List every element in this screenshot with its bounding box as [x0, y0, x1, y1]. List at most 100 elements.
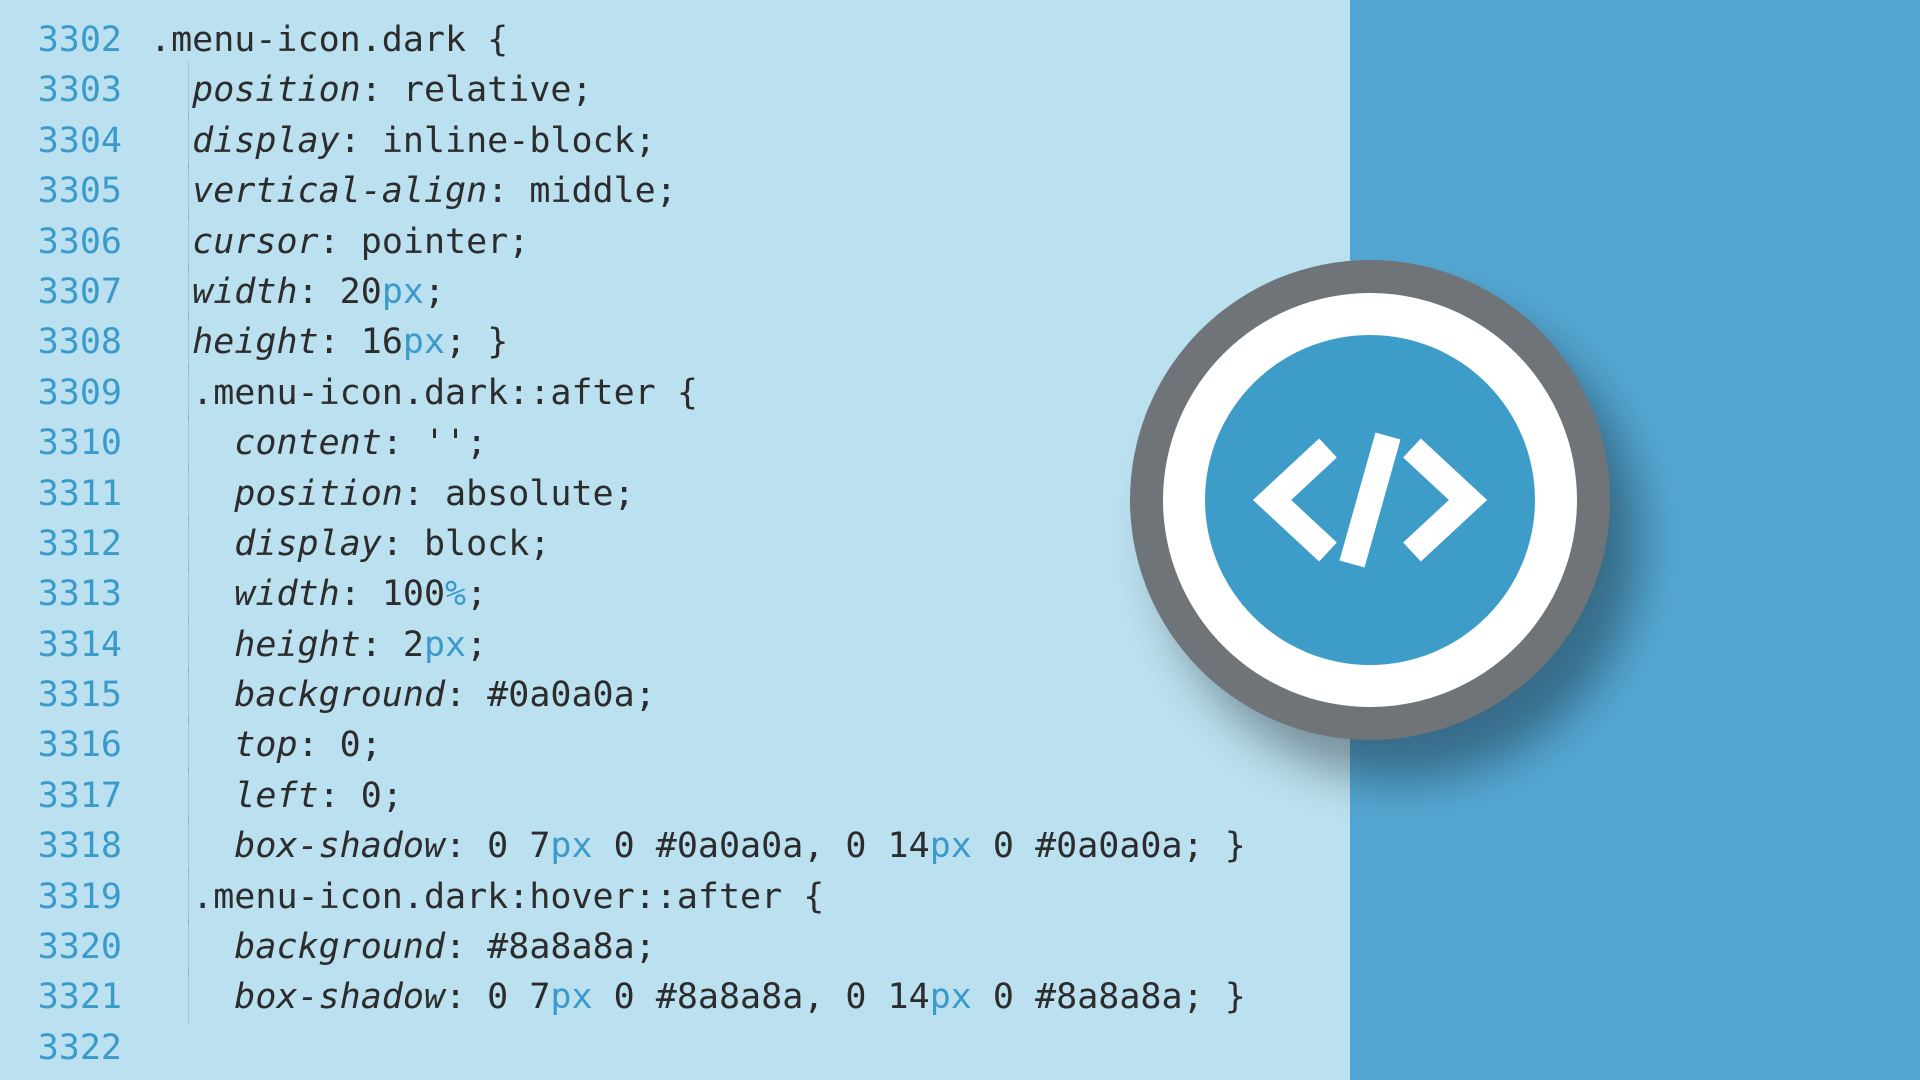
code-content[interactable]: display: inline-block;	[150, 121, 656, 161]
code-content[interactable]: height: 2px;	[150, 625, 487, 665]
code-line[interactable]: 3306 cursor: pointer;	[0, 222, 1920, 272]
code-line[interactable]: 3318 box-shadow: 0 7px 0 #0a0a0a, 0 14px…	[0, 826, 1920, 876]
code-content[interactable]: background: #0a0a0a;	[150, 675, 656, 715]
token-sel: .menu-icon.dark	[192, 373, 508, 413]
token-punc: :	[508, 877, 529, 917]
token-prop: content	[234, 423, 382, 463]
token-punc	[340, 222, 361, 262]
token-val: 0 #8a8a8a	[972, 977, 1183, 1017]
code-editor[interactable]: 3302.menu-icon.dark {3303 position: rela…	[0, 0, 1920, 1080]
code-line[interactable]: 3313 width: 100%;	[0, 574, 1920, 624]
code-line[interactable]: 3311 position: absolute;	[0, 474, 1920, 524]
code-content[interactable]: .menu-icon.dark::after {	[150, 373, 698, 413]
token-prop: height	[234, 625, 360, 665]
code-content[interactable]: cursor: pointer;	[150, 222, 529, 262]
token-prop: background	[234, 675, 445, 715]
token-punc	[466, 826, 487, 866]
code-content[interactable]: height: 16px; }	[150, 322, 508, 362]
code-line[interactable]: 3316 top: 0;	[0, 725, 1920, 775]
code-line[interactable]: 3303 position: relative;	[0, 70, 1920, 120]
code-content[interactable]: .menu-icon.dark:hover::after {	[150, 877, 824, 917]
token-pse: after	[550, 373, 655, 413]
code-line[interactable]: 3314 height: 2px;	[0, 625, 1920, 675]
token-punc	[403, 524, 424, 564]
line-number: 3316	[0, 725, 150, 765]
token-unit: px	[382, 272, 424, 312]
code-line[interactable]: 3307 width: 20px;	[0, 272, 1920, 322]
indent-guide	[188, 818, 189, 874]
indent-guide	[188, 566, 189, 622]
token-punc: :	[487, 171, 508, 211]
token-punc: ;	[635, 675, 656, 715]
token-val: middle	[529, 171, 655, 211]
token-val: 0	[361, 776, 382, 816]
code-line[interactable]: 3319 .menu-icon.dark:hover::after {	[0, 877, 1920, 927]
token-punc: {	[803, 877, 824, 917]
token-prop: box-shadow	[234, 977, 445, 1017]
code-content[interactable]: position: absolute;	[150, 474, 635, 514]
code-content[interactable]: width: 100%;	[150, 574, 487, 614]
code-content[interactable]: position: relative;	[150, 70, 593, 110]
token-prop: left	[234, 776, 318, 816]
indent-guide	[188, 314, 189, 370]
token-prop: position	[192, 70, 361, 110]
line-number: 3311	[0, 474, 150, 514]
token-punc	[361, 574, 382, 614]
token-punc	[319, 725, 340, 765]
code-line[interactable]: 3320 background: #8a8a8a;	[0, 927, 1920, 977]
code-content[interactable]: top: 0;	[150, 725, 382, 765]
code-line[interactable]: 3321 box-shadow: 0 7px 0 #8a8a8a, 0 14px…	[0, 977, 1920, 1027]
code-content[interactable]: box-shadow: 0 7px 0 #8a8a8a, 0 14px 0 #8…	[150, 977, 1246, 1017]
token-unit: %	[445, 574, 466, 614]
token-punc: ;	[382, 776, 403, 816]
code-content[interactable]: vertical-align: middle;	[150, 171, 677, 211]
code-line[interactable]: 3304 display: inline-block;	[0, 121, 1920, 171]
token-prop: cursor	[192, 222, 318, 262]
token-punc: :	[382, 423, 403, 463]
token-punc	[466, 322, 487, 362]
token-punc	[1204, 826, 1225, 866]
code-content[interactable]: background: #8a8a8a;	[150, 927, 656, 967]
code-content[interactable]: display: block;	[150, 524, 550, 564]
token-prop: box-shadow	[234, 826, 445, 866]
token-punc	[656, 373, 677, 413]
line-number: 3308	[0, 322, 150, 362]
code-line[interactable]: 3310 content: '';	[0, 423, 1920, 473]
token-punc	[340, 322, 361, 362]
code-content[interactable]: content: '';	[150, 423, 487, 463]
token-val: 0 7	[487, 826, 550, 866]
code-line[interactable]: 3308 height: 16px; }	[0, 322, 1920, 372]
line-number: 3322	[0, 1028, 150, 1068]
token-val: 16	[361, 322, 403, 362]
code-line[interactable]: 3305 vertical-align: middle;	[0, 171, 1920, 221]
code-line[interactable]: 3309 .menu-icon.dark::after {	[0, 373, 1920, 423]
token-punc	[382, 70, 403, 110]
code-line[interactable]: 3312 display: block;	[0, 524, 1920, 574]
token-prop: width	[192, 272, 297, 312]
token-punc	[466, 675, 487, 715]
token-punc: }	[1225, 826, 1246, 866]
indent-guide	[188, 667, 189, 723]
token-punc: :	[403, 474, 424, 514]
code-content[interactable]: left: 0;	[150, 776, 403, 816]
line-number: 3310	[0, 423, 150, 463]
token-punc: ;	[466, 574, 487, 614]
code-content[interactable]: width: 20px;	[150, 272, 445, 312]
token-punc: :	[319, 222, 340, 262]
code-line[interactable]: 3317 left: 0;	[0, 776, 1920, 826]
code-line[interactable]: 3315 background: #0a0a0a;	[0, 675, 1920, 725]
token-punc: :	[298, 725, 319, 765]
token-punc: ;	[656, 171, 677, 211]
code-line[interactable]: 3322	[0, 1028, 1920, 1078]
code-tag-icon	[1250, 420, 1490, 580]
indent-guide	[188, 717, 189, 773]
code-content[interactable]: .menu-icon.dark {	[150, 20, 508, 60]
token-prop: top	[234, 725, 297, 765]
token-punc: :	[319, 322, 340, 362]
code-content[interactable]: box-shadow: 0 7px 0 #0a0a0a, 0 14px 0 #0…	[150, 826, 1246, 866]
token-punc	[466, 927, 487, 967]
code-badge-core	[1205, 335, 1535, 665]
code-line[interactable]: 3302.menu-icon.dark {	[0, 20, 1920, 70]
indent-guide	[188, 365, 189, 421]
token-unit: px	[550, 826, 592, 866]
